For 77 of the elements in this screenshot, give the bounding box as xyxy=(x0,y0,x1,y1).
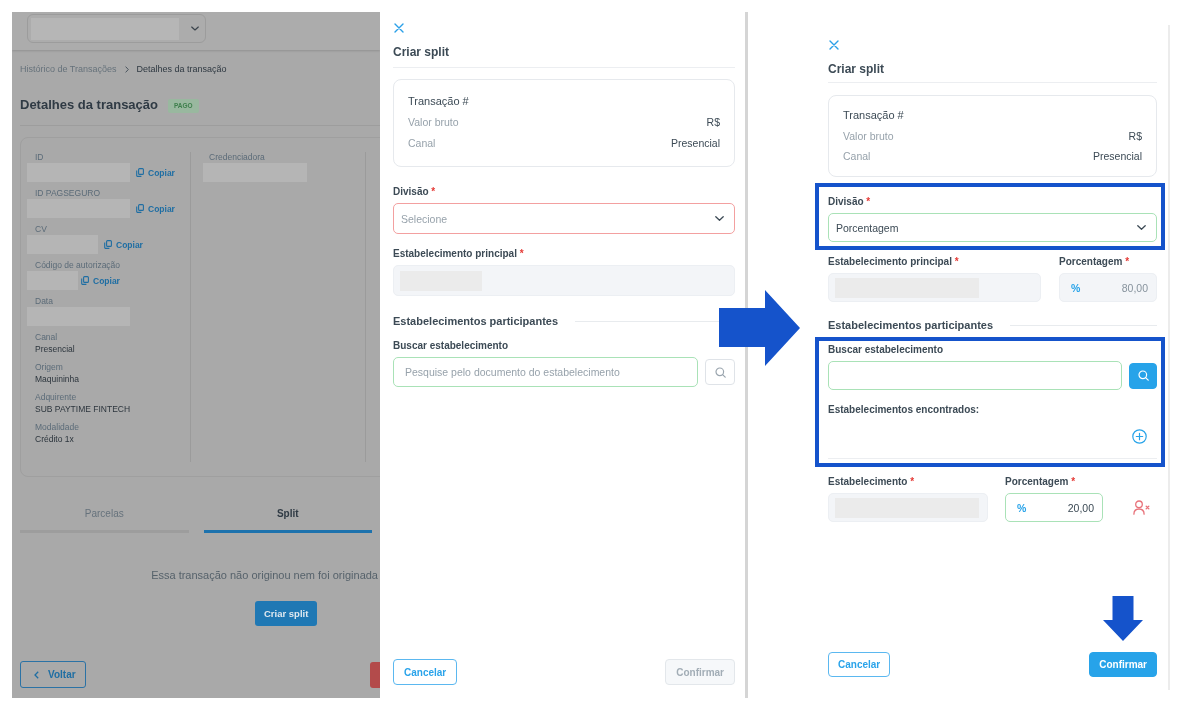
field-label: Divisão * xyxy=(828,195,872,209)
page-title: Detalhes da transação xyxy=(20,96,158,112)
summary-heading: Transação # xyxy=(408,94,470,109)
field-label: Estabelecimento * xyxy=(828,475,916,489)
section-heading: Estabelecimentos participantes xyxy=(393,314,559,329)
summary-value: Presencial xyxy=(1092,149,1142,164)
search-field[interactable] xyxy=(828,361,1122,390)
field-label: Buscar estabelecimento xyxy=(393,339,510,353)
field-label: Estabelecimento principal * xyxy=(393,247,525,261)
copy-link[interactable]: Copiar xyxy=(136,167,175,178)
field-label: Adquirente xyxy=(34,392,78,403)
breadcrumb-current: Detalhes da transação xyxy=(136,64,227,74)
remove-user-icon[interactable] xyxy=(1132,500,1150,515)
field-label: Credenciadora xyxy=(208,152,266,163)
field-value: Crédito 1x xyxy=(34,433,75,446)
field-label: Canal xyxy=(34,332,59,343)
confirm-button[interactable]: Confirmar xyxy=(1089,652,1157,677)
field-value: Presencial xyxy=(34,343,76,356)
field-value: SUB PAYTIME FINTECH xyxy=(34,403,132,416)
empty-message: Essa transação não originou nem foi originada xyxy=(150,568,379,582)
copy-icon xyxy=(81,276,89,285)
field-label: Buscar estabelecimento xyxy=(828,343,945,357)
field-label: Porcentagem * xyxy=(1005,475,1077,489)
summary-label: Valor bruto xyxy=(408,115,459,130)
summary-label: Valor bruto xyxy=(843,129,894,144)
back-button[interactable]: Voltar xyxy=(20,661,86,688)
cancel-button[interactable]: Cancelar xyxy=(393,659,458,685)
drawer-title: Criar split xyxy=(828,61,1157,83)
close-icon[interactable] xyxy=(394,23,404,33)
field-label: ID xyxy=(34,152,45,163)
copy-icon xyxy=(104,240,112,249)
search-field[interactable]: Pesquise pelo documento do estabelecimento xyxy=(393,357,698,387)
create-split-button[interactable]: Criar split xyxy=(255,601,318,626)
chevron-right-icon xyxy=(124,65,129,73)
breadcrumb-link[interactable]: Histórico de Transações xyxy=(20,64,117,74)
field-label: Modalidade xyxy=(34,422,80,433)
field-label: Porcentagem * xyxy=(1059,255,1131,269)
field-label: Código de autorização xyxy=(34,260,122,271)
select-field[interactable]: Selecione xyxy=(393,203,735,234)
copy-icon xyxy=(136,168,144,177)
field-label: Data xyxy=(34,296,54,307)
field-value: Maquininha xyxy=(34,373,80,386)
field-label: Estabelecimento principal * xyxy=(828,255,960,269)
tab[interactable]: Parcelas xyxy=(20,507,189,533)
field-label: ID PAGSEGURO xyxy=(34,188,102,199)
action-button[interactable] xyxy=(370,661,380,688)
copy-link[interactable]: Copiar xyxy=(81,275,120,286)
drawer-title: Criar split xyxy=(393,44,735,68)
chevron-down-icon xyxy=(191,26,199,31)
summary-label: Canal xyxy=(408,136,436,151)
summary-label: Canal xyxy=(843,149,871,164)
results-heading: Estabelecimentos encontrados: xyxy=(828,403,981,417)
close-icon[interactable] xyxy=(829,40,839,50)
tab[interactable]: Split xyxy=(203,507,372,533)
copy-link[interactable]: Copiar xyxy=(104,239,143,250)
summary-heading: Transação # xyxy=(843,108,905,123)
chevron-left-icon xyxy=(34,670,39,679)
field-label: Divisão * xyxy=(393,185,437,199)
right-arrow-icon xyxy=(719,290,800,366)
section-heading: Estabelecimentos participantes xyxy=(828,318,994,333)
cancel-button[interactable]: Cancelar xyxy=(828,652,891,677)
search-button[interactable] xyxy=(1129,362,1157,389)
summary-value: R$ xyxy=(706,115,720,130)
summary-value: Presencial xyxy=(670,136,720,151)
add-circle-icon[interactable] xyxy=(1132,429,1147,444)
search-icon xyxy=(1137,370,1149,381)
copy-link[interactable]: Copiar xyxy=(136,203,175,214)
percentage-field[interactable]: % 20,00 xyxy=(1005,493,1103,522)
field-label: Origem xyxy=(34,362,64,373)
copy-icon xyxy=(136,204,144,213)
chevron-down-icon xyxy=(1137,225,1146,230)
search-icon xyxy=(714,366,726,378)
summary-value: R$ xyxy=(1128,129,1142,144)
field-label: CV xyxy=(34,224,48,235)
select-field[interactable]: Porcentagem xyxy=(828,213,1157,242)
chevron-down-icon xyxy=(715,216,724,221)
account-selector[interactable] xyxy=(27,14,206,43)
